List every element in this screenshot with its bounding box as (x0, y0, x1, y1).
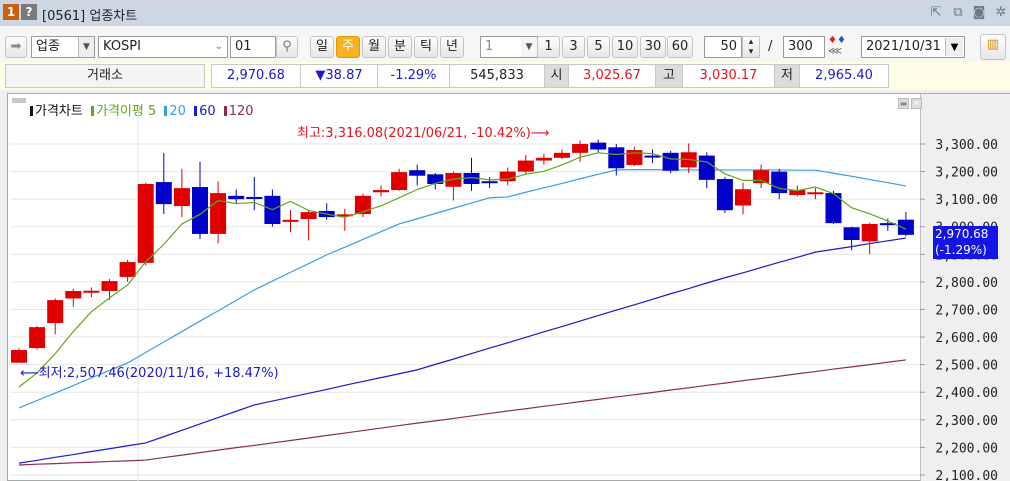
max-annotation: 최고:3,316.08(2021/06/21, -10.42%)⟶ (297, 126, 550, 141)
candle-body (101, 281, 118, 292)
candle-body (662, 152, 679, 171)
candle-body (481, 181, 498, 184)
candle-body (535, 157, 552, 161)
candle-body (843, 227, 860, 240)
candle-body (716, 179, 733, 211)
price-chart[interactable]: 3,300.003,200.003,100.003,000.002,900.00… (0, 0, 1010, 481)
candle-body (228, 195, 245, 200)
candle-body (698, 155, 715, 180)
candle-body (65, 291, 82, 299)
candle-body (246, 196, 263, 199)
current-price-marker: 2,970.68 (-1.29%) (933, 226, 998, 259)
candle-body (753, 170, 770, 184)
candle-body (590, 142, 607, 150)
y-tick-label: 2,200.00 (935, 441, 998, 456)
min-annotation: ⟵최저:2,507.46(2020/11/16, +18.47%) (20, 366, 279, 381)
candle-body (173, 188, 190, 207)
candle-body (155, 182, 172, 205)
y-tick-label: 2,700.00 (935, 303, 998, 318)
current-pct-label: (-1.29%) (935, 243, 987, 257)
y-tick-label: 2,400.00 (935, 386, 998, 401)
ma60-line (18, 237, 906, 464)
y-tick-label: 2,600.00 (935, 331, 998, 346)
candle-body (391, 172, 408, 191)
candle-body (554, 152, 570, 158)
y-tick-label: 3,100.00 (935, 193, 998, 208)
candle-body (771, 171, 788, 194)
y-tick-label: 2,100.00 (935, 469, 998, 481)
y-tick-label: 3,300.00 (935, 138, 998, 153)
y-tick-label: 2,800.00 (935, 276, 998, 291)
candle-body (373, 190, 389, 193)
candle-body (29, 327, 46, 349)
candle-body (300, 212, 317, 220)
y-tick-label: 2,300.00 (935, 414, 998, 429)
candle-body (735, 189, 751, 206)
candle-body (210, 193, 227, 234)
candle-body (861, 223, 878, 242)
y-tick-label: 3,200.00 (935, 166, 998, 181)
candle-body (282, 219, 299, 222)
candle-body (47, 300, 64, 323)
candle-body (119, 262, 136, 277)
current-price-label: 2,970.68 (935, 227, 989, 241)
candle-body (572, 144, 589, 153)
candle-body (11, 350, 27, 363)
candle-body (608, 147, 625, 169)
candle-body (83, 290, 100, 293)
candle-body (409, 170, 426, 176)
candle-body (807, 192, 824, 195)
y-tick-label: 2,500.00 (935, 359, 998, 374)
candle-body (137, 183, 154, 263)
candle-body (517, 160, 534, 172)
